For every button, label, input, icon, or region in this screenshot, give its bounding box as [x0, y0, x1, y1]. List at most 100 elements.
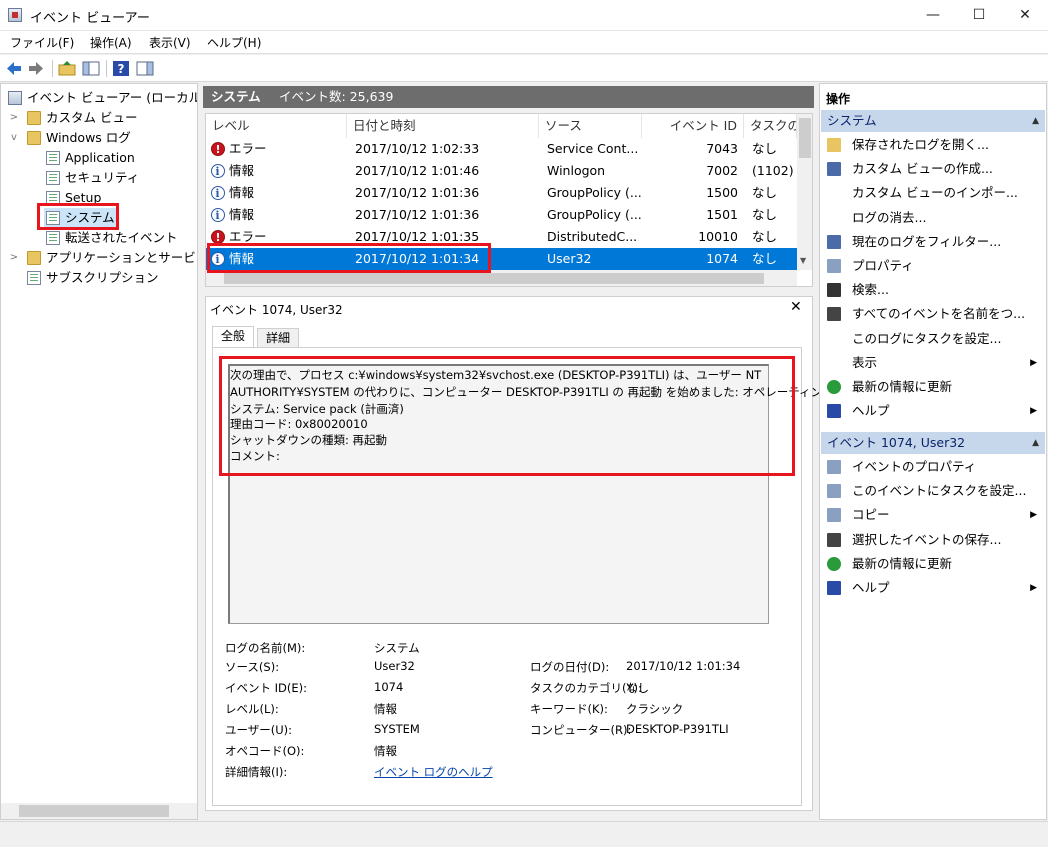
scroll-down-arrow-icon[interactable]: ▼: [800, 256, 806, 265]
cell-source: Winlogon: [547, 163, 606, 178]
cell-datetime: 2017/10/12 1:01:34: [355, 251, 480, 266]
action-item[interactable]: このログにタスクを設定...: [821, 327, 1045, 351]
cell-level: 情報: [229, 185, 255, 200]
cell-level: 情報: [229, 163, 255, 178]
action-item[interactable]: 表示 ▶: [821, 351, 1045, 375]
menu-help[interactable]: ヘルプ(H): [203, 34, 265, 51]
show-tree-icon[interactable]: [82, 60, 100, 77]
maximize-button[interactable]: ☐: [956, 0, 1002, 31]
chevron-right-icon[interactable]: >: [9, 248, 19, 268]
actions-group-event[interactable]: イベント 1074, User32 ▲: [821, 432, 1045, 454]
help-icon[interactable]: ?: [112, 60, 130, 77]
menu-action[interactable]: 操作(A): [86, 34, 136, 51]
label-more-info: 詳細情報(I):: [225, 765, 288, 779]
table-row[interactable]: 情報 2017/10/12 1:01:34 User32 1074 なし: [206, 248, 797, 271]
description-line: 次の理由で、プロセス c:¥windows¥system32¥svchost.e…: [230, 368, 762, 382]
submenu-arrow-icon: ▶: [1030, 510, 1037, 521]
properties-icon: [827, 259, 841, 273]
show-action-pane-icon[interactable]: [136, 60, 154, 77]
cell-task: (1102): [752, 163, 794, 178]
event-list-vertical-scrollbar[interactable]: ▼: [797, 114, 812, 270]
action-item[interactable]: このイベントにタスクを設定...: [821, 479, 1045, 503]
close-button[interactable]: ✕: [1002, 0, 1048, 31]
refresh-icon: [827, 556, 841, 571]
label-opcode: オペコード(O):: [225, 744, 305, 758]
table-row[interactable]: 情報 2017/10/12 1:01:36 GroupPolicy (... 1500…: [206, 182, 797, 205]
up-folder-icon[interactable]: [58, 60, 76, 77]
event-list: レベル 日付と時刻 ソース イベント ID タスクのカテゴリ エラー 2017/1…: [205, 113, 813, 287]
action-item[interactable]: カスタム ビューの作成...: [821, 157, 1045, 181]
event-count: イベント数: 25,639: [279, 89, 394, 104]
menu-view[interactable]: 表示(V): [145, 34, 195, 51]
action-label: 保存されたログを開く...: [852, 137, 989, 152]
action-item[interactable]: ログの消去...: [821, 206, 1045, 230]
folder-icon: [27, 131, 41, 145]
cell-source: Service Cont...: [547, 141, 639, 156]
action-item[interactable]: ヘルプ ▶: [821, 399, 1045, 423]
save-disk-icon: [827, 307, 841, 322]
label-source: ソース(S):: [225, 660, 280, 674]
event-log-help-link[interactable]: イベント ログのヘルプ: [374, 764, 493, 780]
value-log-name: システム: [374, 641, 420, 655]
cell-id: 1074: [706, 251, 738, 266]
scrollbar-thumb[interactable]: [799, 118, 811, 158]
description-line: AUTHORITY¥SYSTEM の代わりに、コンピューター DESKTOP-P…: [230, 385, 834, 399]
tree-horizontal-scrollbar[interactable]: [1, 803, 197, 819]
action-item[interactable]: 選択したイベントの保存...: [821, 528, 1045, 552]
status-bar: [0, 821, 1048, 847]
table-row[interactable]: 情報 2017/10/12 1:01:36 GroupPolicy (... 1501…: [206, 204, 797, 227]
action-label: 選択したイベントの保存...: [852, 531, 1002, 547]
action-item[interactable]: 最新の情報に更新: [821, 375, 1045, 399]
action-item[interactable]: 保存されたログを開く...: [821, 133, 1045, 157]
label-log-name: ログの名前(M):: [225, 641, 306, 655]
title-bar: イベント ビューアー — ☐ ✕: [0, 0, 1048, 31]
cell-task: なし: [752, 141, 778, 156]
action-label: コピー: [852, 507, 890, 523]
column-level[interactable]: レベル: [206, 114, 347, 138]
action-item[interactable]: プロパティ: [821, 254, 1045, 278]
table-row[interactable]: 情報 2017/10/12 1:01:46 Winlogon 7002 (1102): [206, 160, 797, 183]
column-source[interactable]: ソース: [539, 114, 642, 138]
action-item[interactable]: 現在のログをフィルター...: [821, 230, 1045, 254]
scrollbar-thumb[interactable]: [19, 805, 169, 817]
table-row[interactable]: エラー 2017/10/12 1:01:35 DistributedC... 1001…: [206, 226, 797, 249]
folder-icon: [27, 111, 41, 125]
action-label: ヘルプ: [852, 580, 890, 595]
forward-arrow-icon[interactable]: [27, 60, 45, 77]
help-icon: [827, 404, 841, 419]
label-computer: コンピューター(R):: [530, 723, 632, 737]
action-item[interactable]: ヘルプ ▶: [821, 576, 1045, 600]
log-icon: [46, 231, 60, 245]
collapse-caret-icon[interactable]: ▲: [1032, 432, 1039, 454]
action-item[interactable]: カスタム ビューのインポー...: [821, 181, 1045, 205]
back-arrow-icon[interactable]: [5, 60, 23, 77]
tree-item-system[interactable]: システム: [44, 208, 118, 228]
action-item[interactable]: コピー ▶: [821, 503, 1045, 527]
column-datetime[interactable]: 日付と時刻: [347, 114, 539, 138]
description-line: システム: Service pack (計画済): [230, 402, 404, 416]
chevron-down-icon[interactable]: v: [9, 128, 19, 148]
column-task-category[interactable]: タスクのカテゴリ: [744, 114, 797, 138]
column-event-id[interactable]: イベント ID: [642, 114, 744, 138]
table-row[interactable]: エラー 2017/10/12 1:02:33 Service Cont... 7043…: [206, 138, 797, 161]
action-item[interactable]: 最新の情報に更新: [821, 552, 1045, 576]
event-list-horizontal-scrollbar[interactable]: [206, 270, 797, 286]
value-computer: DESKTOP-P391TLI: [626, 722, 729, 736]
detail-close-icon[interactable]: ✕: [790, 299, 802, 315]
action-item[interactable]: イベントのプロパティ: [821, 455, 1045, 479]
action-item[interactable]: すべてのイベントを名前をつ...: [821, 302, 1045, 326]
tab-general[interactable]: 全般: [212, 326, 255, 348]
tab-details[interactable]: 詳細: [257, 328, 300, 348]
collapse-caret-icon[interactable]: ▲: [1032, 110, 1039, 132]
minimize-button[interactable]: —: [910, 0, 956, 31]
actions-group-system[interactable]: システム ▲: [821, 110, 1045, 132]
info-icon: [211, 183, 225, 205]
error-icon: [211, 139, 225, 161]
scrollbar-thumb[interactable]: [224, 273, 764, 284]
menu-file[interactable]: ファイル(F): [6, 34, 78, 51]
cell-id: 10010: [698, 229, 738, 244]
action-item[interactable]: 検索...: [821, 278, 1045, 302]
action-label: 検索...: [852, 282, 889, 298]
cell-datetime: 2017/10/12 1:01:36: [355, 185, 480, 200]
chevron-right-icon[interactable]: >: [9, 108, 19, 128]
